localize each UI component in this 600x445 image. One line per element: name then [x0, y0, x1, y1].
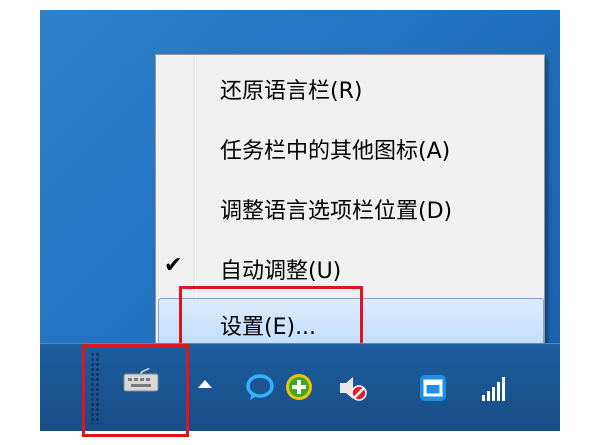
menu-item-label: 调整语言选项栏位置(D) — [220, 199, 453, 224]
checkmark-icon: ✔ — [164, 253, 183, 278]
menu-item-adjust-language-band-position[interactable]: 调整语言选项栏位置(D) — [158, 179, 542, 237]
volume-muted-icon[interactable] — [338, 373, 368, 403]
menu-item-label: 自动调整(U) — [220, 259, 342, 284]
menu-item-label: 任务栏中的其他图标(A) — [220, 139, 451, 164]
show-hidden-icons-arrow-icon[interactable] — [198, 380, 212, 388]
highlight-annotation-language-band — [82, 344, 189, 437]
remote-window-icon[interactable] — [418, 373, 448, 403]
menu-item-restore-language-bar[interactable]: 还原语言栏(R) — [158, 59, 542, 117]
green-plus-security-icon[interactable] — [284, 372, 314, 402]
chat-bubble-icon[interactable] — [245, 373, 275, 403]
menu-item-additional-taskbar-icons[interactable]: 任务栏中的其他图标(A) — [158, 119, 542, 177]
network-signal-icon[interactable] — [479, 373, 509, 403]
menu-item-label: 还原语言栏(R) — [220, 79, 363, 104]
